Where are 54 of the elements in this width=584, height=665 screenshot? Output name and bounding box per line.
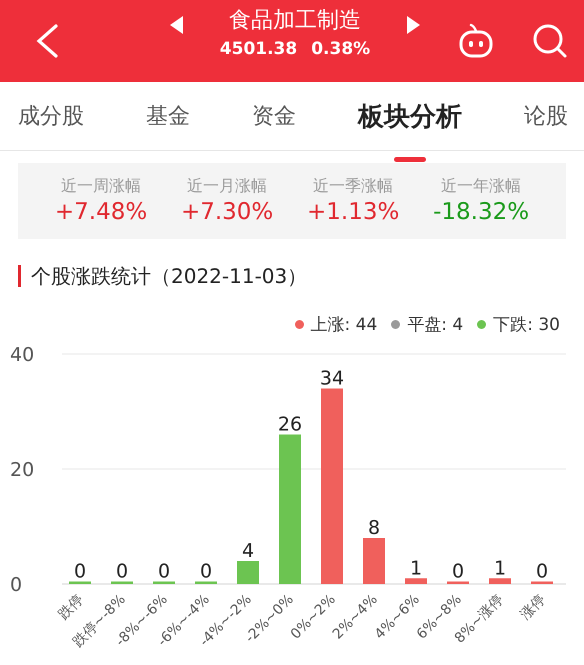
section-marker [18,265,21,287]
tab-indicator [394,156,426,162]
tab[interactable]: 基金 [140,97,196,135]
axis-category-label: 跌停 [56,592,87,623]
period-label: 近一年涨幅 [441,175,522,197]
bar [489,578,511,584]
change-value: +7.30% [180,198,274,227]
legend-label: 下跌: 30 [493,314,560,336]
previous-icon[interactable] [170,16,184,34]
index-price: 4501.38 [220,38,298,61]
data-label: 0 [200,560,212,582]
search-icon[interactable] [532,23,568,59]
sector-title: 食品加工制造 [228,7,361,35]
tab[interactable]: 成分股 [12,97,90,135]
axis-tick-label: 40 [10,344,34,366]
data-label: 0 [74,560,86,582]
period-label: 近一季涨幅 [313,175,394,197]
index-change: 0.38% [311,38,370,61]
axis-tick-label: 20 [10,459,34,481]
data-label: 34 [320,368,344,390]
bar [111,582,133,584]
change-value: +7.48% [54,198,148,227]
legend-label: 上涨: 44 [310,314,378,336]
back-icon[interactable] [34,23,60,59]
data-label: 0 [116,560,128,582]
data-label: 26 [278,414,302,436]
legend-label: 平盘: 4 [407,314,464,336]
tab[interactable]: 板块分析 [352,94,468,138]
tab[interactable]: 论股 [518,97,574,135]
next-icon[interactable] [406,16,420,34]
bar [237,561,259,584]
bar [531,582,553,584]
data-label: 8 [368,517,380,539]
axis-tick-label: 0 [10,574,22,596]
change-value: -18.32% [433,198,530,227]
robot-icon[interactable] [458,23,494,59]
period-label: 近一周涨幅 [61,175,142,197]
bar [195,582,217,584]
data-label: 1 [494,557,506,580]
data-label: 0 [452,560,464,582]
data-label: 0 [536,560,548,582]
data-label: 4 [242,540,254,562]
section-title: 个股涨跌统计（2022-11-03） [31,262,308,290]
bar [363,538,385,584]
bar [405,578,427,584]
period-label: 近一月涨幅 [187,175,268,197]
bar [69,582,91,584]
change-value: +1.13% [307,198,400,227]
axis-category-label: 涨停 [518,592,549,623]
data-label: 0 [158,560,170,582]
tab[interactable]: 资金 [246,97,302,135]
bar [447,582,469,584]
bar [153,582,175,584]
data-label: 1 [410,557,422,580]
